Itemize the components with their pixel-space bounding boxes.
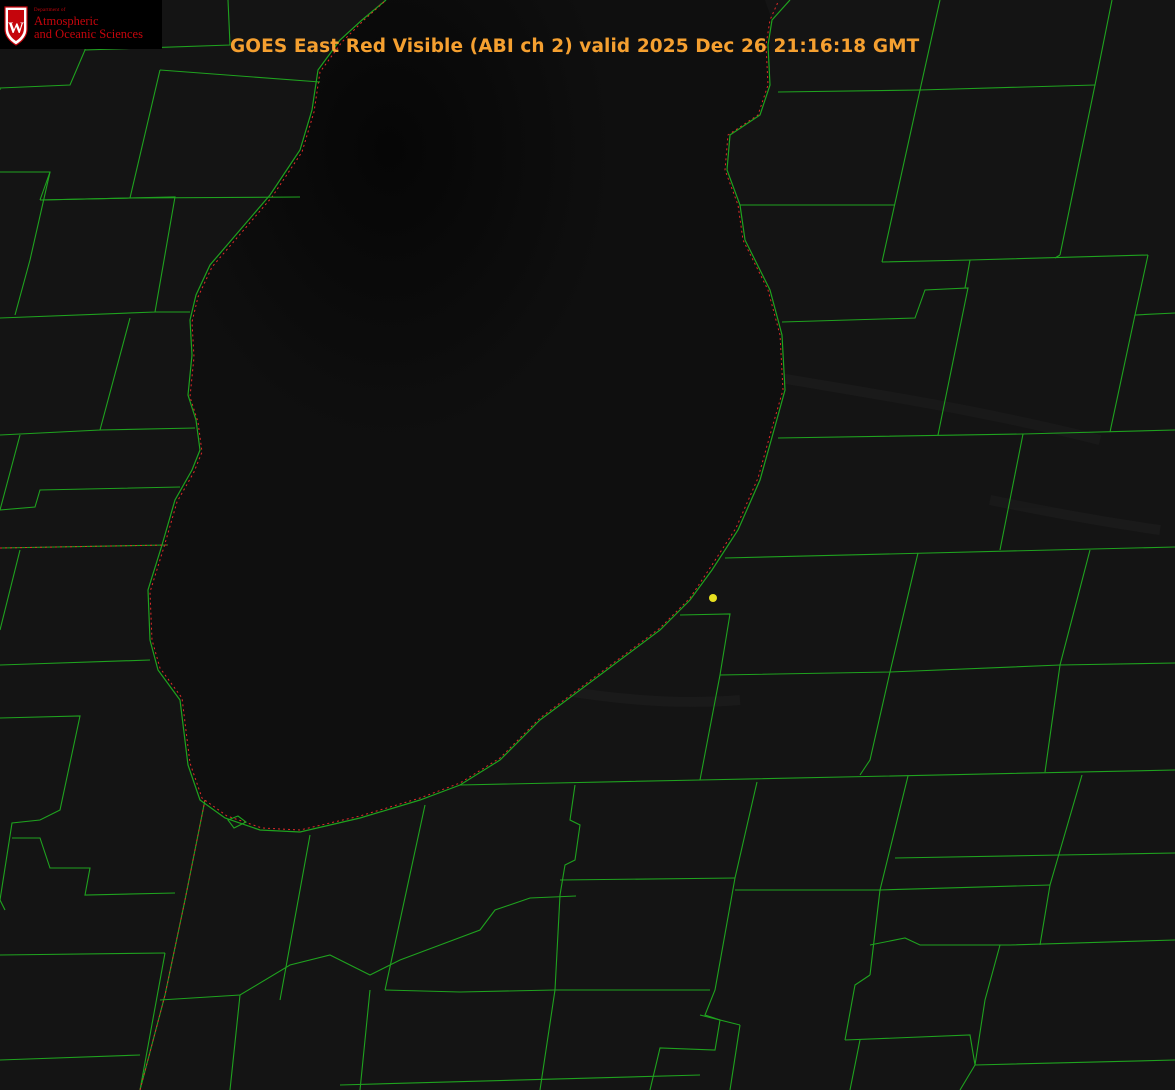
aos-logo: W Department of Atmospheric and Oceanic … bbox=[0, 0, 162, 49]
uw-crest-icon: W bbox=[4, 5, 28, 46]
logo-text: Department of Atmospheric and Oceanic Sc… bbox=[34, 8, 143, 41]
image-title: GOES East Red Visible (ABI ch 2) valid 2… bbox=[230, 36, 920, 57]
satellite-viewer: W Department of Atmospheric and Oceanic … bbox=[0, 0, 1175, 1090]
station-marker-icon[interactable] bbox=[709, 594, 717, 602]
satellite-map bbox=[0, 0, 1175, 1090]
logo-line-1: Atmospheric bbox=[34, 13, 99, 28]
logo-department: Department of bbox=[34, 8, 66, 14]
logo-line-2: and Oceanic Sciences bbox=[34, 26, 143, 41]
seal-letter: W bbox=[8, 20, 24, 37]
